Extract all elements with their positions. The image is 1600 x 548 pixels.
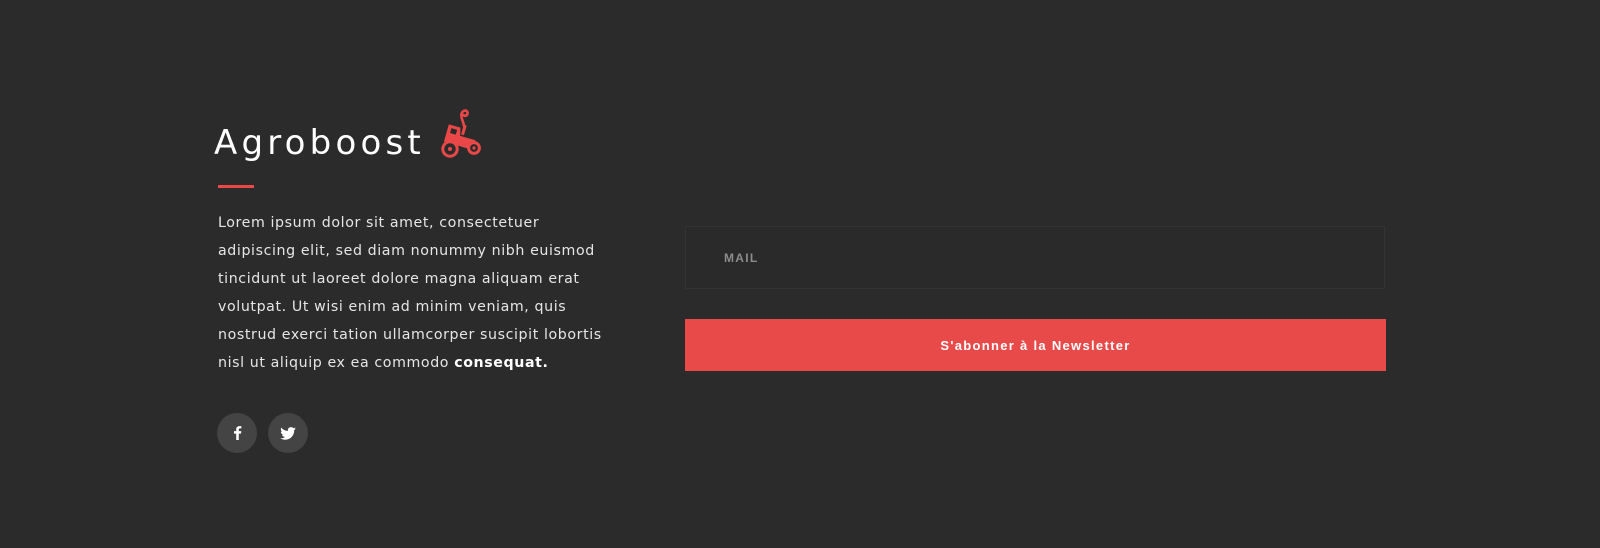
- facebook-button[interactable]: [217, 413, 257, 453]
- about-text-emphasis: consequat.: [454, 355, 549, 371]
- subscribe-newsletter-button[interactable]: S'abonner à la Newsletter: [685, 319, 1386, 371]
- mail-field: [685, 226, 1385, 289]
- about-text-body: Lorem ipsum dolor sit amet, consectetuer…: [218, 215, 602, 371]
- newsletter-footer: Agroboost Lorem ipsum dolor sit amet, co…: [0, 0, 1600, 548]
- mail-input[interactable]: [686, 227, 1384, 288]
- twitter-icon: [280, 426, 296, 440]
- brand-name: Agroboost: [214, 123, 425, 163]
- twitter-button[interactable]: [268, 413, 308, 453]
- facebook-icon: [233, 426, 241, 440]
- title-accent-divider: [218, 185, 254, 188]
- brand: Agroboost: [214, 104, 485, 162]
- about-text: Lorem ipsum dolor sit amet, consectetuer…: [218, 209, 618, 377]
- tractor-icon: [441, 109, 481, 158]
- social-links: [217, 413, 308, 453]
